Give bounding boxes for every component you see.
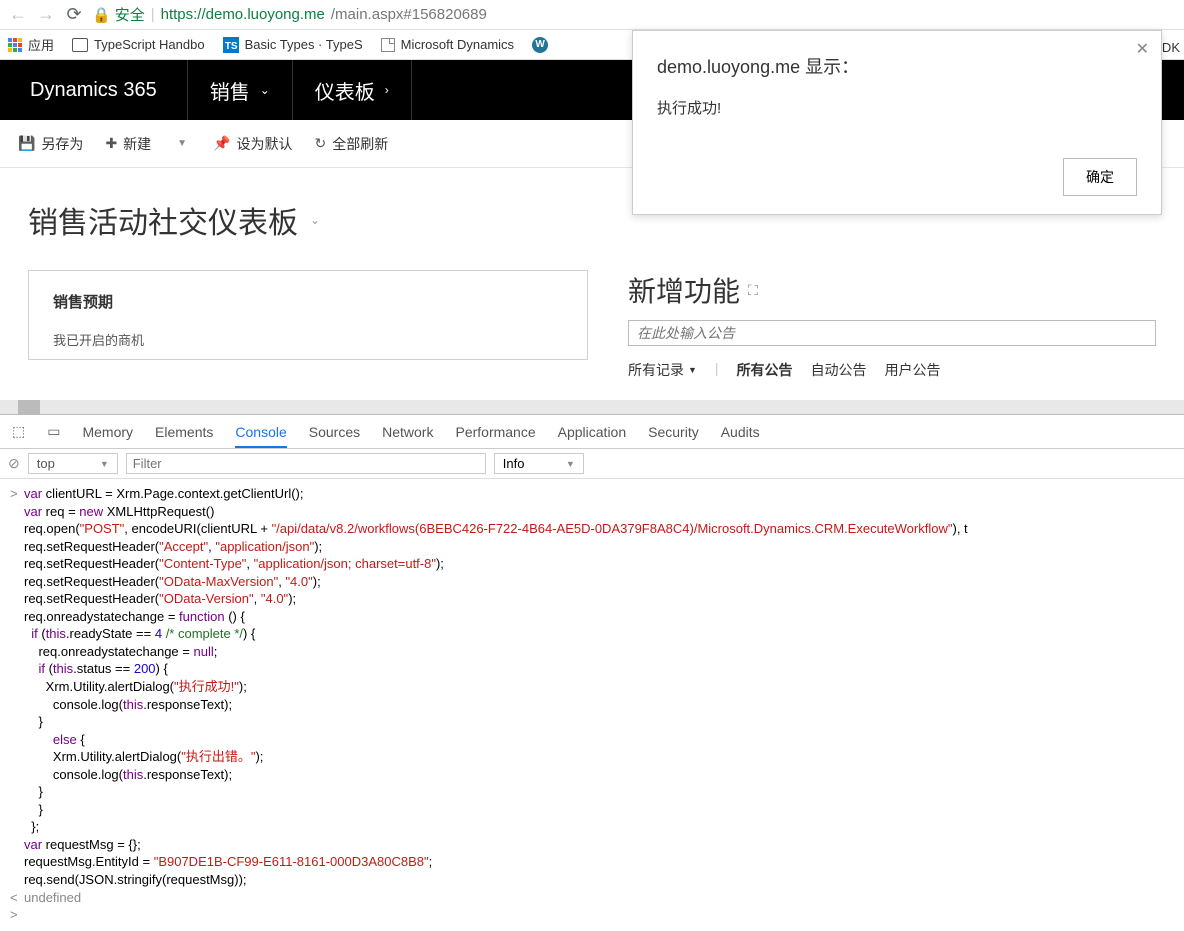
tab-memory[interactable]: Memory xyxy=(82,424,133,440)
cmd-set-default[interactable]: 📌设为默认 xyxy=(213,134,292,154)
ok-button[interactable]: 确定 xyxy=(1063,158,1137,196)
address-bar[interactable]: 🔒 安全 | https://demo.luoyong.me/main.aspx… xyxy=(92,4,487,25)
cmd-refresh-all[interactable]: ↻全部刷新 xyxy=(315,134,389,154)
post-tabs: 所有记录▼ | 所有公告 自动公告 用户公告 xyxy=(628,360,1156,380)
alert-message: 执行成功! xyxy=(657,97,1137,118)
d365-nav: 销售⌄ 仪表板› xyxy=(188,60,412,120)
tab-auto-posts[interactable]: 自动公告 xyxy=(811,360,867,380)
tab-all-records[interactable]: 所有记录▼ xyxy=(628,360,697,380)
console-output[interactable]: >var clientURL = Xrm.Page.context.getCli… xyxy=(0,479,1184,930)
nav-sales[interactable]: 销售⌄ xyxy=(188,60,293,120)
sales-forecast-card: 销售预期 我已开启的商机 xyxy=(28,270,588,360)
clear-console-icon[interactable]: ⊘ xyxy=(8,455,20,472)
tab-performance[interactable]: Performance xyxy=(455,424,535,440)
browser-nav-bar: ← → ⟳ 🔒 安全 | https://demo.luoyong.me/mai… xyxy=(0,0,1184,30)
url-host: https://demo.luoyong.me xyxy=(161,6,325,23)
tab-user-posts[interactable]: 用户公告 xyxy=(885,360,941,380)
alert-title: demo.luoyong.me 显示： xyxy=(657,53,1137,79)
pin-icon: 📌 xyxy=(213,135,230,152)
refresh-icon: ↻ xyxy=(315,135,327,152)
announcement-input[interactable] xyxy=(628,320,1156,346)
save-icon: 💾 xyxy=(18,135,35,152)
lock-icon: 🔒 xyxy=(92,6,111,24)
tab-audits[interactable]: Audits xyxy=(721,424,760,440)
bookmark-item[interactable]: TSBasic Types · TypeS xyxy=(223,37,363,53)
bookmark-item[interactable]: TypeScript Handbo xyxy=(72,37,205,52)
forward-icon[interactable]: → xyxy=(36,4,56,25)
tab-security[interactable]: Security xyxy=(648,424,699,440)
apps-label: 应用 xyxy=(28,35,54,54)
caret-down-icon: ▼ xyxy=(100,459,109,469)
caret-down-icon: ▼ xyxy=(566,459,575,469)
inspect-icon[interactable]: ⬚ xyxy=(12,423,25,440)
cmd-save-as[interactable]: 💾另存为 xyxy=(18,134,83,154)
d365-logo[interactable]: Dynamics 365 xyxy=(0,60,188,120)
secure-label: 安全 xyxy=(115,4,145,25)
console-toolbar: ⊘ top▼ Info▼ xyxy=(0,449,1184,479)
level-selector[interactable]: Info▼ xyxy=(494,453,584,474)
tab-console[interactable]: Console xyxy=(235,424,286,448)
chevron-right-icon: › xyxy=(385,83,389,97)
tab-sources[interactable]: Sources xyxy=(309,424,360,440)
tab-application[interactable]: Application xyxy=(558,424,627,440)
chevron-down-icon: ⌄ xyxy=(310,213,320,227)
card-text: 我已开启的商机 xyxy=(53,330,563,349)
whats-new-title: 新增功能 ⛶ xyxy=(628,270,1156,310)
reload-icon[interactable]: ⟳ xyxy=(64,4,84,25)
chevron-down-icon: ⌄ xyxy=(260,83,270,97)
alert-dialog: ✕ demo.luoyong.me 显示： 执行成功! 确定 xyxy=(632,30,1162,215)
doc-icon xyxy=(381,38,395,52)
bookmark-item[interactable]: W xyxy=(532,37,548,53)
context-selector[interactable]: top▼ xyxy=(28,453,118,474)
tab-network[interactable]: Network xyxy=(382,424,433,440)
dashboard-body: 销售预期 我已开启的商机 新增功能 ⛶ 所有记录▼ | 所有公告 自动公告 用户… xyxy=(0,270,1184,400)
devtools-tabs: ⬚ ▭ Memory Elements Console Sources Netw… xyxy=(0,415,1184,449)
nav-dashboard[interactable]: 仪表板› xyxy=(293,60,412,120)
cmd-new[interactable]: ✚新建 xyxy=(105,134,151,154)
url-path: /main.aspx#156820689 xyxy=(331,6,487,23)
book-icon xyxy=(72,38,88,52)
addr-separator: | xyxy=(151,6,155,23)
bookmark-item[interactable]: Microsoft Dynamics xyxy=(381,37,514,52)
secure-badge: 🔒 安全 xyxy=(92,4,145,25)
card-title: 销售预期 xyxy=(53,291,563,312)
apps-button[interactable]: 应用 xyxy=(8,35,54,54)
wordpress-icon: W xyxy=(532,37,548,53)
caret-down-icon: ▼ xyxy=(688,365,697,375)
horizontal-scrollbar[interactable] xyxy=(0,400,1184,414)
new-icon: ✚ xyxy=(105,135,117,152)
close-icon[interactable]: ✕ xyxy=(1136,39,1149,59)
tab-elements[interactable]: Elements xyxy=(155,424,213,440)
device-icon[interactable]: ▭ xyxy=(47,423,60,440)
filter-input[interactable] xyxy=(126,453,486,474)
expand-icon[interactable]: ⛶ xyxy=(748,282,758,299)
apps-icon xyxy=(8,38,22,52)
cmd-dropdown[interactable]: ▼ xyxy=(173,138,191,149)
tab-all-posts[interactable]: 所有公告 xyxy=(737,360,793,380)
devtools-panel: ⬚ ▭ Memory Elements Console Sources Netw… xyxy=(0,414,1184,930)
ts-icon: TS xyxy=(223,37,239,53)
back-icon[interactable]: ← xyxy=(8,4,28,25)
